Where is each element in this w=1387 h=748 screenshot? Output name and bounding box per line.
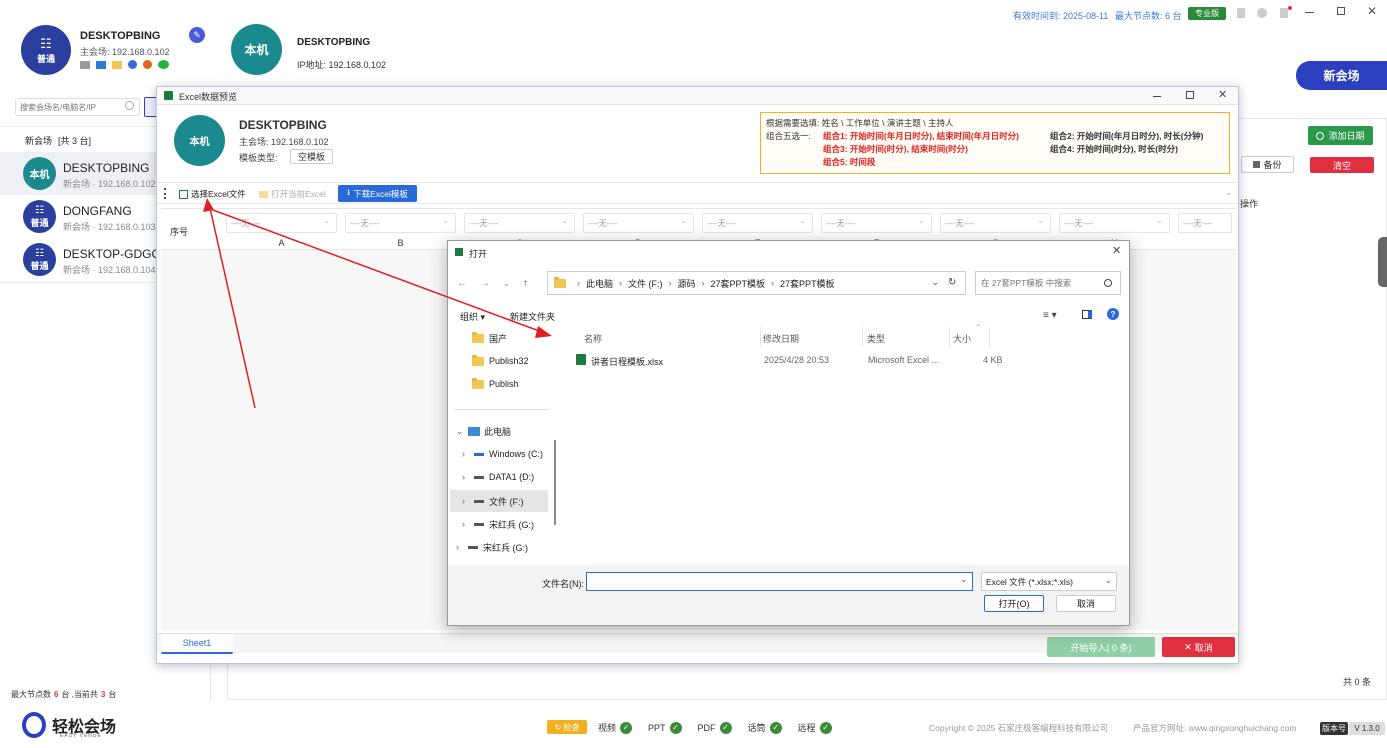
check-label: 检查 bbox=[563, 722, 580, 732]
check-icon: ✓ bbox=[620, 721, 633, 734]
refresh-icon: ↻ bbox=[554, 722, 562, 732]
annotation-arrows bbox=[203, 198, 552, 409]
status-label: 话筒 bbox=[747, 723, 766, 733]
status-video: 视频 ✓ bbox=[598, 721, 633, 734]
version-value: V 1.3.0 bbox=[1349, 722, 1385, 735]
annotation-line bbox=[212, 209, 543, 333]
logo-subtitle: EASY VENUE bbox=[60, 733, 102, 739]
arrowhead-icon bbox=[535, 326, 552, 338]
status-pdf: PDF ✓ bbox=[697, 721, 732, 734]
check-icon: ✓ bbox=[669, 721, 682, 734]
website: 产品官方网址: www.qingsonghuichang.com bbox=[1133, 723, 1297, 733]
status-ppt: PPT ✓ bbox=[648, 721, 682, 734]
check-icon: ✓ bbox=[719, 721, 732, 734]
status-label: PPT bbox=[648, 722, 666, 733]
status-remote: 远程 ✓ bbox=[798, 721, 832, 734]
copyright: Copyright © 2025 石家庄极客编程科技有限公司 bbox=[929, 723, 1109, 733]
status-label: 视频 bbox=[598, 723, 617, 733]
arrowhead-icon bbox=[203, 198, 214, 212]
check-icon: ✓ bbox=[819, 721, 832, 734]
status-mic: 话筒 ✓ bbox=[748, 721, 782, 734]
annotation-line bbox=[209, 207, 256, 409]
status-bar: 轻松会场 EASY VENUE ↻ 检查 视频 ✓ PPT ✓ PDF ✓ 话筒 ✓ 远… bbox=[0, 706, 1387, 748]
check-button[interactable]: ↻ 检查 bbox=[547, 720, 587, 734]
status-label: PDF bbox=[697, 722, 716, 733]
status-checks: 视频 ✓ PPT ✓ PDF ✓ 话筒 ✓ 远程 ✓ bbox=[598, 721, 848, 734]
version-label: 版本号 bbox=[1320, 722, 1348, 735]
logo-mark-icon bbox=[22, 712, 46, 738]
check-icon: ✓ bbox=[769, 721, 782, 734]
status-label: 远程 bbox=[797, 723, 816, 733]
